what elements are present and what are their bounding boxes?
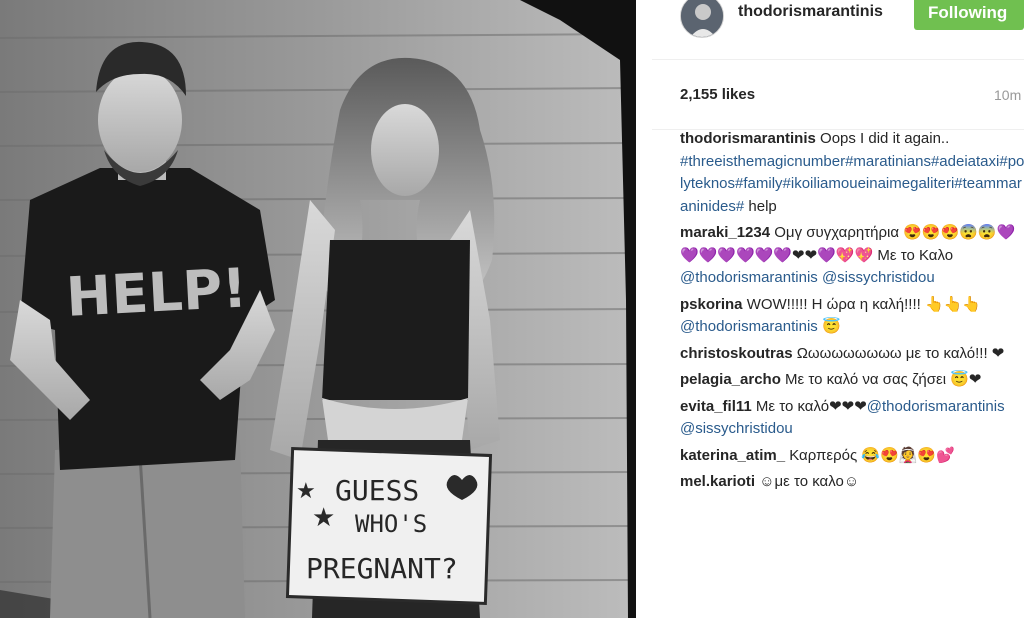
post-caption: thodorismarantinis Oops I did it again..… [680,128,1024,218]
comment-item: evita_fil11 Με το καλό❤❤❤@thodorismarant… [680,396,1024,441]
svg-text:★: ★ [312,502,335,532]
svg-text:★: ★ [296,478,316,503]
comment-text: Καρπερός 😂😍👰😍💕 [785,446,955,464]
comment-mention[interactable]: @thodorismarantinis [680,318,818,335]
likes-count[interactable]: 2,155 likes [680,86,755,103]
comment-item: maraki_1234 Ομγ συγχαρητήρια 😍😍😍😨😨💜💜💜💜💜💜… [680,222,1024,290]
comment-text: ☺με το καλο☺ [755,473,860,490]
post-author-username[interactable]: thodorismarantinis [738,3,883,21]
comment-text: Με το καλό να σας ζήσει 😇❤ [780,371,982,388]
comment-item: pelagia_archo Με το καλό να σας ζήσει 😇❤ [680,369,1024,392]
comment-text: Με το καλό❤❤❤ [751,397,867,415]
comment-username[interactable]: maraki_1234 [680,224,770,241]
comment-text: WOW!!!!! Η ώρα η καλή!!!! 👆👆👆 [742,295,981,313]
comment-username[interactable]: thodorismarantinis [680,130,816,147]
caption-text: Oops I did it again.. [815,130,950,147]
comment-username[interactable]: christoskoutras [680,345,793,362]
caption-tail: help [744,197,777,215]
caption-hashtags[interactable]: #threeisthemagicnumber#maratinians#adeia… [680,153,1024,215]
comment-item: christoskoutras Ωωωωωωωωω με το καλό!!! … [680,343,1024,366]
comment-username[interactable]: pskorina [680,296,743,313]
comment-item: pskorina WOW!!!!! Η ώρα η καλή!!!! 👆👆👆 @… [680,294,1024,339]
comment-username[interactable]: mel.karioti [680,473,755,490]
comment-username[interactable]: pelagia_archo [680,371,781,388]
profile-avatar[interactable] [680,0,724,38]
comment-item: mel.karioti ☺με το καλο☺ [680,471,1024,494]
svg-text:PREGNANT?: PREGNANT? [306,552,458,585]
svg-text:WHO'S: WHO'S [355,510,427,538]
svg-text:GUESS: GUESS [335,474,419,507]
avatar-icon [681,0,723,37]
comment-mention[interactable]: @thodorismarantinis @sissychristidou [680,269,935,286]
post-timestamp[interactable]: 10m [994,87,1021,103]
post-photo[interactable]: HELP! GUESS WHO'S PREGNANT? ★ ★ [0,0,652,618]
comment-list: thodorismarantinis Oops I did it again..… [680,128,1024,498]
post-header: thodorismarantinis Following [652,0,1024,60]
post-stats: 2,155 likes 10m [652,60,1024,130]
comment-item: katerina_atim_ Καρπερός 😂😍👰😍💕 [680,445,1024,468]
post-image: HELP! GUESS WHO'S PREGNANT? ★ ★ [0,0,652,618]
svg-text:HELP!: HELP! [65,256,249,328]
post-sidebar: thodorismarantinis Following 2,155 likes… [652,0,1024,618]
comment-text: Ωωωωωωωωω με το καλό!!! ❤ [792,344,1005,362]
comment-tail: 😇 [817,318,841,335]
comment-username[interactable]: evita_fil11 [680,398,752,415]
comment-username[interactable]: katerina_atim_ [680,447,785,464]
following-button[interactable]: Following [914,0,1024,30]
